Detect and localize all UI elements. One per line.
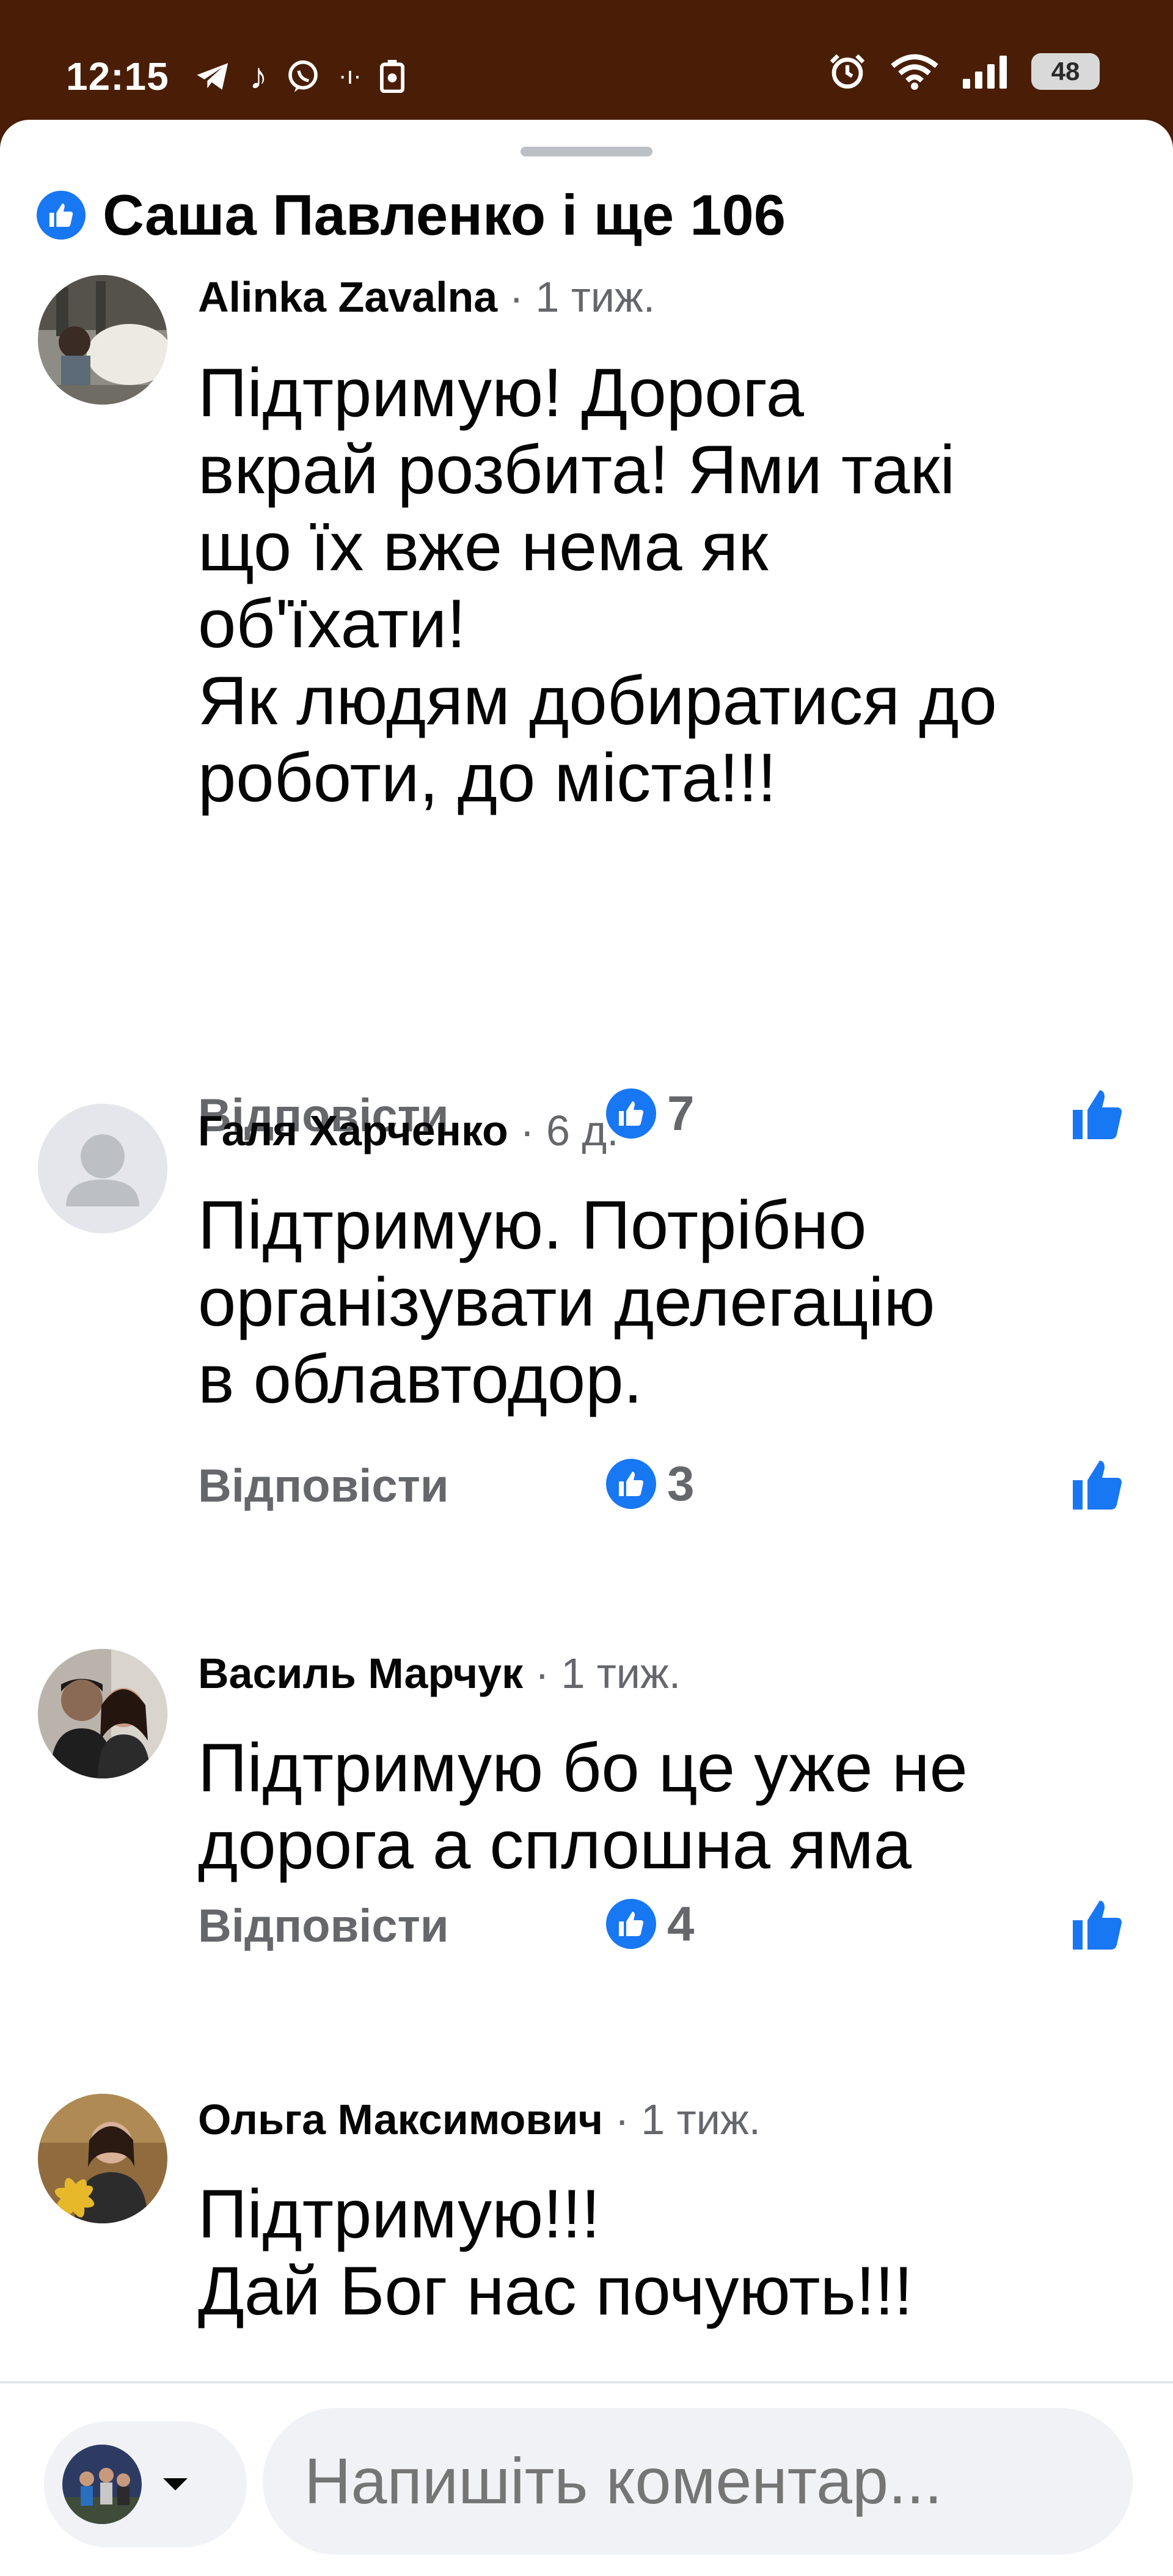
like-icon <box>606 1899 656 1949</box>
avatar <box>62 2445 142 2524</box>
comment-meta: Галя Харченко · 6 д. <box>198 1106 619 1155</box>
comment-line: об'їхати! <box>198 585 466 662</box>
status-time: 12:15 <box>66 54 169 98</box>
comment-text: Підтримую бо це уже не дорога а сплошна … <box>198 1730 1139 1884</box>
comment-actions: Відповісти 4 <box>198 1896 1127 1957</box>
like-count: 3 <box>667 1456 695 1511</box>
comment-line: що їх вже нема як <box>198 508 769 585</box>
comment-text: Підтримую!!! Дай Бог нас почують!!! <box>198 2176 1139 2330</box>
comment-time[interactable]: · 1 тиж. <box>615 2096 761 2143</box>
battery-icon: 48 <box>1031 53 1100 90</box>
system-icons: 48 <box>828 53 1100 90</box>
reactions-header[interactable]: Саша Павленко і ще 106 <box>37 178 786 252</box>
like-count: 4 <box>667 1896 695 1951</box>
comment-line: Як людям добиратися до <box>198 662 997 739</box>
reply-button[interactable]: Відповісти <box>198 1459 449 1513</box>
profile-selector[interactable] <box>44 2421 247 2547</box>
comment-line: Підтримую. Потрібно <box>198 1187 867 1263</box>
battery-level: 48 <box>1051 57 1080 86</box>
comment-text: Підтримую. Потрібно організувати делегац… <box>198 1187 1139 1418</box>
comments-sheet: Саша Павленко і ще 106 Alinka Zavalna · … <box>0 120 1173 2576</box>
like-icon <box>606 1459 656 1509</box>
avatar[interactable] <box>38 1649 167 1778</box>
notification-icons: ♪ ·ı· <box>196 55 404 97</box>
tiktok-icon: ♪ <box>249 56 268 97</box>
like-button-icon[interactable] <box>1068 1896 1127 1954</box>
reply-button[interactable]: Відповісти <box>198 1899 449 1953</box>
comment-line: роботи, до міста!!! <box>198 739 777 816</box>
comment-line: в облавтодор. <box>198 1341 643 1417</box>
comment-time[interactable]: · 6 д. <box>520 1107 618 1154</box>
reaction-count[interactable]: 4 <box>606 1896 695 1952</box>
comment-author[interactable]: Ольга Максимович <box>198 2096 603 2143</box>
comment-line: вкрай розбита! Ями такі <box>198 431 956 508</box>
comment-input[interactable] <box>263 2408 1133 2555</box>
comment-meta: Alinka Zavalna · 1 тиж. <box>198 273 655 321</box>
avatar[interactable] <box>38 1104 167 1233</box>
signal-icon <box>963 54 1007 89</box>
viber-icon <box>288 60 318 92</box>
alarm-icon <box>830 54 865 89</box>
comment-composer <box>0 2381 1173 2576</box>
comment-line: організувати делегацію <box>198 1264 935 1340</box>
comment-author[interactable]: Alinka Zavalna <box>198 273 497 321</box>
avatar[interactable] <box>38 275 167 405</box>
avatar[interactable] <box>38 2094 167 2223</box>
comment-time[interactable]: · 1 тиж. <box>510 273 656 321</box>
wifi-call-icon: ·ı· <box>338 62 362 89</box>
like-button-icon[interactable] <box>1068 1085 1127 1144</box>
comment-time[interactable]: · 1 тиж. <box>535 1649 681 1697</box>
screenshot-icon <box>379 59 404 93</box>
comment-line: Підтримую! Дорога <box>198 354 805 431</box>
like-icon <box>37 191 86 240</box>
like-count: 7 <box>667 1086 695 1140</box>
comment-actions: Відповісти 3 <box>198 1456 1127 1517</box>
comment-line: Підтримую!!! <box>198 2176 601 2252</box>
comment-meta: Василь Марчук · 1 тиж. <box>198 1649 681 1698</box>
comment-line: Дай Бог нас почують!!! <box>198 2253 913 2329</box>
wifi-icon <box>891 54 938 90</box>
like-button-icon[interactable] <box>1068 1456 1127 1514</box>
reactions-summary: Саша Павленко і ще 106 <box>103 183 786 247</box>
comment-line: дорога а сплошна яма <box>198 1807 912 1883</box>
telegram-icon <box>197 62 228 90</box>
comment-text: Підтримую! Дорога вкрай розбита! Ями так… <box>198 354 1139 816</box>
comment-meta: Ольга Максимович · 1 тиж. <box>198 2095 761 2144</box>
chevron-down-icon <box>163 2478 188 2490</box>
drag-handle[interactable] <box>521 147 652 156</box>
reaction-count[interactable]: 3 <box>606 1456 695 1512</box>
comment-author[interactable]: Василь Марчук <box>198 1649 523 1697</box>
status-bar: 12:15 ♪ ·ı· 48 <box>0 0 1173 122</box>
comment-line: Підтримую бо це уже не <box>198 1730 968 1806</box>
comment-author[interactable]: Галя Харченко <box>198 1107 508 1154</box>
reaction-count[interactable]: 7 <box>606 1085 695 1142</box>
